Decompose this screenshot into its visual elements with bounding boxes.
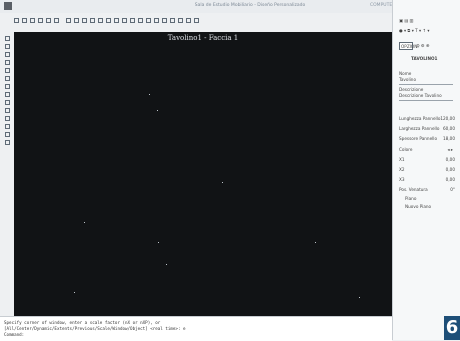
window-title: Sala de Estudio Mobiliario - Diseño Pers… bbox=[194, 3, 306, 8]
hatch-tool-icon[interactable] bbox=[5, 132, 10, 137]
rotate-tool-icon[interactable] bbox=[5, 84, 10, 89]
field-value-x3[interactable]: 0,00 bbox=[437, 177, 455, 182]
rectangle-tool-icon[interactable] bbox=[5, 68, 10, 73]
line-tool-icon[interactable] bbox=[5, 36, 10, 41]
divider bbox=[399, 100, 453, 101]
drawing-mark bbox=[315, 242, 316, 243]
field-value-x2[interactable]: 0,00 bbox=[437, 167, 455, 172]
panel-toolbar-label: ▣ ▤ ▥ bbox=[399, 18, 414, 23]
copy-icon[interactable] bbox=[74, 18, 79, 23]
colore-buttons[interactable]: ◂ ▸ bbox=[439, 147, 453, 152]
field-label-colore: Colore bbox=[399, 147, 413, 152]
field-label-venatura: Pos. Venatura bbox=[399, 187, 428, 192]
drawing-mark bbox=[166, 264, 167, 265]
field-label-piano[interactable]: Piano bbox=[405, 196, 416, 201]
field-label-larghezza: Larghezza Pannello bbox=[399, 126, 440, 131]
snap-icon[interactable] bbox=[146, 18, 151, 23]
left-toolbar bbox=[0, 32, 14, 312]
object-name: TAVOLINO1 bbox=[411, 56, 438, 61]
field-label-x3: X3 bbox=[399, 177, 405, 182]
command-history-line: [All/Center/Dynamic/Extents/Previous/Sca… bbox=[4, 326, 186, 331]
top-toolbar bbox=[14, 15, 390, 29]
arc-tool-icon[interactable] bbox=[5, 60, 10, 65]
mirror-tool-icon[interactable] bbox=[5, 124, 10, 129]
offset-tool-icon[interactable] bbox=[5, 116, 10, 121]
redo-icon[interactable] bbox=[54, 18, 59, 23]
pan-icon[interactable] bbox=[106, 18, 111, 23]
field-value-nome[interactable]: Tavolino bbox=[399, 77, 416, 82]
move-tool-icon[interactable] bbox=[5, 76, 10, 81]
zoom-icon[interactable] bbox=[98, 18, 103, 23]
undo-icon[interactable] bbox=[46, 18, 51, 23]
drawing-mark bbox=[359, 297, 360, 298]
panel-tools: ● ▾ ⧉ ▾ T ▾ ↑ ▾ bbox=[399, 28, 430, 33]
command-prompt[interactable]: Command: bbox=[4, 332, 24, 337]
drawing-mark bbox=[74, 292, 75, 293]
model-icon[interactable] bbox=[194, 18, 199, 23]
extend-tool-icon[interactable] bbox=[5, 108, 10, 113]
layer-icon[interactable] bbox=[122, 18, 127, 23]
lineweight-icon[interactable] bbox=[186, 18, 191, 23]
field-value-descrizione[interactable]: Descrizione Tavolino bbox=[399, 93, 442, 98]
command-history-line: Specify corner of window, enter a scale … bbox=[4, 320, 161, 325]
field-value-x1[interactable]: 0,00 bbox=[437, 157, 455, 162]
drawing-mark bbox=[158, 242, 159, 243]
circle-tool-icon[interactable] bbox=[5, 52, 10, 57]
open-icon[interactable] bbox=[22, 18, 27, 23]
orbit-icon[interactable] bbox=[114, 18, 119, 23]
otrack-icon[interactable] bbox=[178, 18, 183, 23]
field-label-spessore: Spessore Pannello bbox=[399, 136, 438, 141]
text-tool-icon[interactable] bbox=[5, 140, 10, 145]
field-label-descrizione: Descrizione bbox=[399, 87, 424, 92]
drawing-viewport[interactable]: Tavolino1 - Faccia 1 bbox=[14, 32, 392, 316]
drawing-mark bbox=[157, 110, 158, 111]
drawing-mark bbox=[84, 222, 85, 223]
grid-icon[interactable] bbox=[138, 18, 143, 23]
tab-opzioni[interactable]: OPZIONI bbox=[399, 42, 419, 50]
paste-icon[interactable] bbox=[82, 18, 87, 23]
field-label-x1: X1 bbox=[399, 157, 405, 162]
polar-icon[interactable] bbox=[162, 18, 167, 23]
field-value-spessore[interactable]: 18,00 bbox=[437, 136, 455, 141]
match-icon[interactable] bbox=[90, 18, 95, 23]
field-label-x2: X2 bbox=[399, 167, 405, 172]
field-label-nome: Nome bbox=[399, 71, 412, 76]
field-value-larghezza[interactable]: 60,00 bbox=[437, 126, 455, 131]
field-value-lunghezza[interactable]: 120,00 bbox=[437, 116, 455, 121]
print-icon[interactable] bbox=[38, 18, 43, 23]
viewport-title: Tavolino1 - Faccia 1 bbox=[167, 34, 239, 42]
field-label-lunghezza: Lunghezza Pannello bbox=[399, 116, 441, 121]
ortho-icon[interactable] bbox=[154, 18, 159, 23]
app-icon[interactable] bbox=[4, 2, 12, 10]
scale-tool-icon[interactable] bbox=[5, 92, 10, 97]
new-icon[interactable] bbox=[14, 18, 19, 23]
trim-tool-icon[interactable] bbox=[5, 100, 10, 105]
drawing-mark bbox=[222, 182, 223, 183]
polyline-tool-icon[interactable] bbox=[5, 44, 10, 49]
divider bbox=[399, 84, 453, 85]
field-value-venatura[interactable]: 0° bbox=[437, 187, 455, 192]
save-icon[interactable] bbox=[30, 18, 35, 23]
field-label-nuovo-piano[interactable]: Nuovo Piano bbox=[405, 204, 431, 209]
drawing-mark bbox=[149, 94, 150, 95]
title-bar: Sala de Estudio Mobiliario - Diseño Pers… bbox=[0, 0, 460, 13]
properties-panel: ▣ ▤ ▥ ● ▾ ⧉ ▾ T ▾ ↑ ▾ OPZIONI ⊙ ⚙ ⊕ TAVO… bbox=[392, 0, 460, 340]
cut-icon[interactable] bbox=[66, 18, 71, 23]
properties-icon[interactable] bbox=[130, 18, 135, 23]
command-line[interactable]: Specify corner of window, enter a scale … bbox=[0, 316, 392, 341]
panel-icons[interactable]: ⊙ ⚙ ⊕ bbox=[416, 43, 429, 48]
osnap-icon[interactable] bbox=[170, 18, 175, 23]
page-number-badge: 6 bbox=[444, 316, 460, 340]
